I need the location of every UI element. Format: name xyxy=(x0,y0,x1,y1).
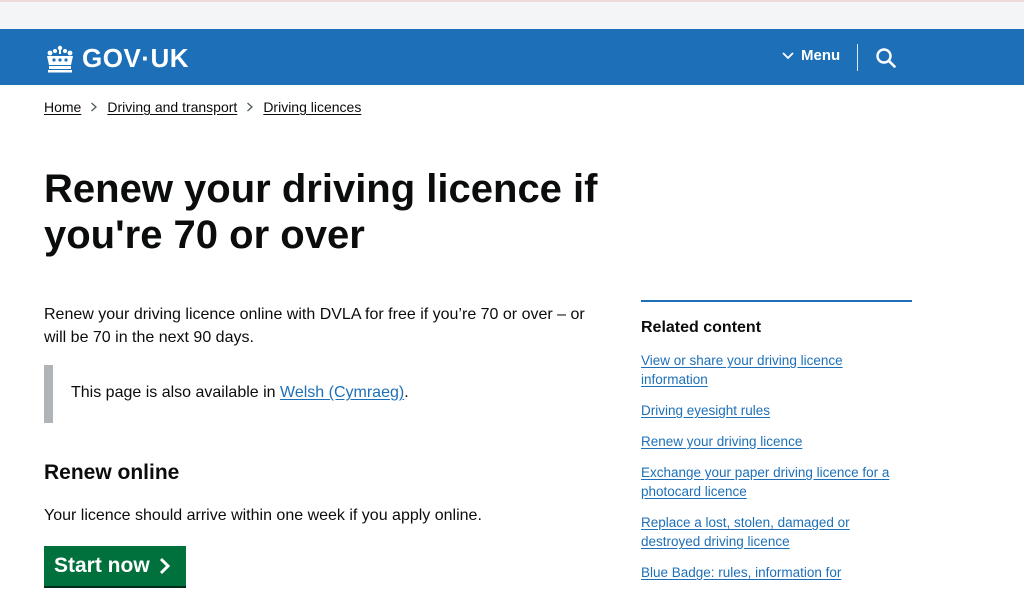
arrow-right-icon xyxy=(159,557,170,575)
list-item: Replace a lost, stolen, damaged or destr… xyxy=(641,513,912,551)
list-item: Renew your driving licence xyxy=(641,432,912,451)
chevron-down-icon xyxy=(782,51,794,59)
list-item: Blue Badge: rules, information for xyxy=(641,563,912,582)
inset-text: This page is also available in Welsh (Cy… xyxy=(71,384,409,402)
list-item: Exchange your paper driving licence for … xyxy=(641,463,912,501)
breadcrumb-driving-and-transport[interactable]: Driving and transport xyxy=(107,99,237,115)
menu-label: Menu xyxy=(801,47,841,64)
breadcrumb-driving-licences[interactable]: Driving licences xyxy=(263,99,361,115)
breadcrumb-chevron-icon xyxy=(91,102,98,112)
search-icon xyxy=(876,48,896,68)
header-divider xyxy=(857,44,858,71)
list-item: Driving eyesight rules xyxy=(641,401,912,420)
related-link-renew-licence[interactable]: Renew your driving licence xyxy=(641,434,802,449)
breadcrumb: Home Driving and transport Driving licen… xyxy=(44,99,361,115)
related-link-eyesight-rules[interactable]: Driving eyesight rules xyxy=(641,403,770,418)
related-link-view-share[interactable]: View or share your driving licence infor… xyxy=(641,353,843,387)
renew-online-heading: Renew online xyxy=(44,461,180,484)
related-content-heading: Related content xyxy=(641,319,762,336)
crown-icon xyxy=(47,45,73,72)
renew-online-text: Your licence should arrive within one we… xyxy=(44,507,482,524)
search-button[interactable] xyxy=(875,47,897,69)
inset-suffix: . xyxy=(404,384,409,401)
list-item: View or share your driving licence infor… xyxy=(641,351,912,389)
breadcrumb-home[interactable]: Home xyxy=(44,99,81,115)
browser-top-strip xyxy=(0,0,1024,29)
related-link-replace-lost[interactable]: Replace a lost, stolen, damaged or destr… xyxy=(641,515,850,549)
menu-button[interactable]: Menu xyxy=(782,47,840,64)
welsh-link[interactable]: Welsh (Cymraeg) xyxy=(280,384,404,401)
welsh-inset: This page is also available in Welsh (Cy… xyxy=(44,365,584,423)
start-now-label: Start now xyxy=(54,554,150,577)
site-header: GOV·UK Menu xyxy=(0,29,1024,85)
logo-text: GOV·UK xyxy=(82,43,189,73)
govuk-logo-link[interactable]: GOV·UK xyxy=(44,43,189,74)
start-now-button[interactable]: Start now xyxy=(44,546,186,586)
breadcrumb-chevron-icon xyxy=(247,102,254,112)
lead-paragraph: Renew your driving licence online with D… xyxy=(44,306,585,346)
related-links-list: View or share your driving licence infor… xyxy=(641,351,912,582)
related-link-blue-badge[interactable]: Blue Badge: rules, information for xyxy=(641,565,841,580)
inset-prefix: This page is also available in xyxy=(71,384,281,401)
related-content: Related content View or share your drivi… xyxy=(641,300,912,594)
page-title: Renew your driving licence if you're 70 … xyxy=(44,167,598,257)
related-link-exchange-paper[interactable]: Exchange your paper driving licence for … xyxy=(641,465,889,499)
